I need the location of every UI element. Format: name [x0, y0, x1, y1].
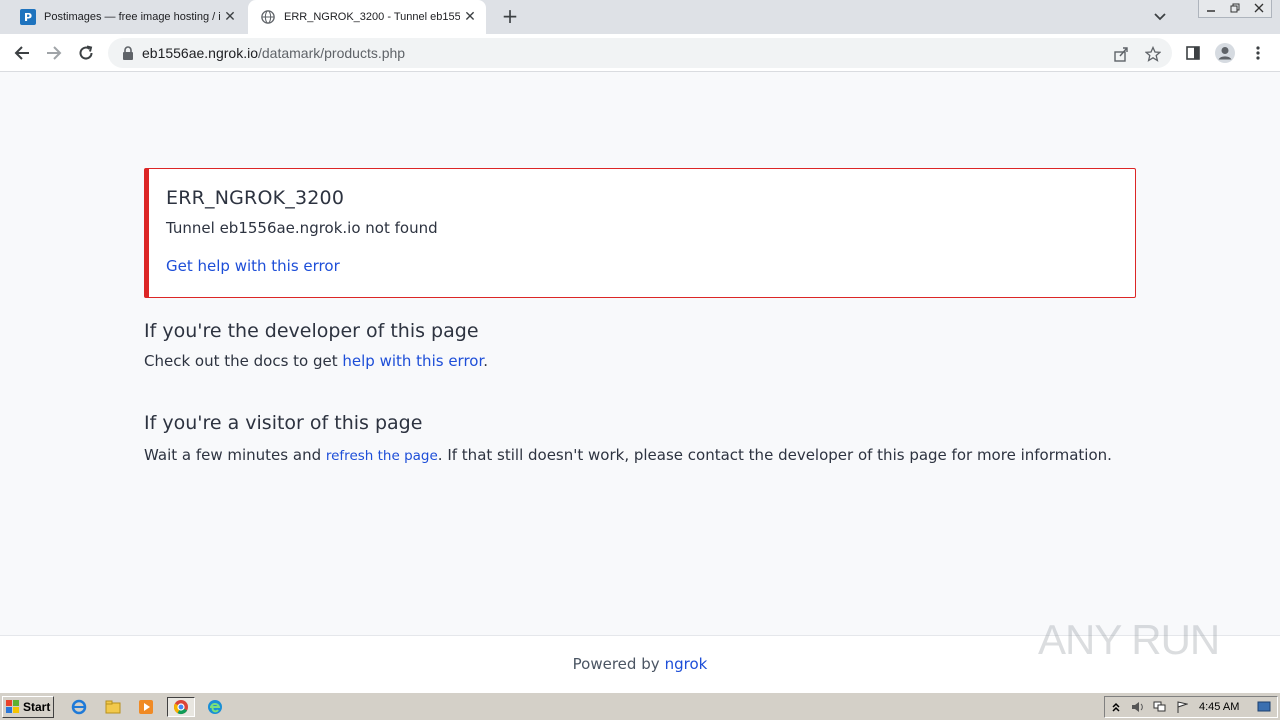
developer-text-after: .: [483, 352, 489, 370]
error-message: Tunnel eb1556ae.ngrok.io not found: [166, 219, 438, 237]
address-bar[interactable]: eb1556ae.ngrok.io/datamark/products.php: [108, 38, 1172, 68]
visitor-text-before: Wait a few minutes and: [144, 446, 326, 464]
docs-help-link[interactable]: help with this error: [342, 352, 483, 370]
folder-icon[interactable]: [102, 697, 124, 717]
flag-icon[interactable]: [1171, 698, 1193, 716]
tab-postimages[interactable]: P Postimages — free image hosting / imag…: [8, 0, 246, 34]
star-icon[interactable]: [1144, 45, 1162, 63]
powered-by-text: Powered by: [572, 655, 660, 673]
tab-strip: P Postimages — free image hosting / imag…: [0, 0, 1280, 34]
page-content: ERR_NGROK_3200 Tunnel eb1556ae.ngrok.io …: [0, 72, 1280, 635]
restore-icon[interactable]: [1223, 0, 1247, 16]
side-panel-icon[interactable]: [1181, 41, 1205, 65]
windows-logo-icon: [6, 700, 19, 713]
tab-close-icon[interactable]: ✕: [462, 9, 478, 25]
back-button[interactable]: [10, 41, 34, 65]
anyrun-watermark: ANY RUN: [1038, 610, 1238, 670]
url-host: eb1556ae.ngrok.io: [142, 45, 258, 61]
tab-ngrok-error[interactable]: ERR_NGROK_3200 - Tunnel eb1556ae.ngrok.i…: [248, 0, 486, 34]
tab-title: ERR_NGROK_3200 - Tunnel eb1556ae.ngrok.i…: [284, 11, 460, 23]
tab-close-icon[interactable]: ✕: [222, 9, 238, 25]
error-code: ERR_NGROK_3200: [166, 187, 345, 209]
taskbar: Start 4:45 AM: [0, 692, 1280, 720]
url-text: eb1556ae.ngrok.io/datamark/products.php: [142, 45, 405, 61]
reload-button[interactable]: [74, 41, 98, 65]
arrow-right-icon: [47, 46, 62, 60]
media-player-icon[interactable]: [135, 697, 157, 717]
browser-toolbar: eb1556ae.ngrok.io/datamark/products.php: [0, 34, 1280, 72]
ie-icon[interactable]: [68, 697, 90, 717]
profile-avatar-icon[interactable]: [1213, 41, 1237, 65]
ngrok-link[interactable]: ngrok: [665, 655, 708, 673]
start-label: Start: [23, 700, 51, 714]
visitor-section: If you're a visitor of this page Wait a …: [144, 412, 1112, 464]
forward-button[interactable]: [42, 41, 66, 65]
postimages-favicon-icon: P: [20, 9, 36, 25]
visitor-text-after: . If that still doesn't work, please con…: [437, 446, 1112, 464]
developer-text-before: Check out the docs to get: [144, 352, 343, 370]
close-window-icon[interactable]: [1247, 0, 1271, 16]
volume-icon[interactable]: [1127, 698, 1149, 716]
reload-icon: [79, 45, 93, 60]
visitor-heading: If you're a visitor of this page: [144, 412, 423, 434]
new-tab-button[interactable]: +: [498, 5, 522, 29]
error-box: ERR_NGROK_3200 Tunnel eb1556ae.ngrok.io …: [144, 168, 1136, 298]
start-button[interactable]: Start: [2, 696, 54, 718]
edge-icon[interactable]: [204, 697, 226, 717]
refresh-page-link[interactable]: refresh the page: [326, 448, 438, 464]
lock-icon[interactable]: [120, 45, 136, 61]
arrow-left-icon: [14, 46, 29, 60]
chevron-down-icon[interactable]: [1150, 8, 1170, 26]
network-icon[interactable]: [1149, 698, 1171, 716]
developer-text: Check out the docs to get help with this…: [144, 352, 488, 370]
show-desktop-icon[interactable]: [1253, 698, 1275, 716]
tray-expand-icon[interactable]: [1105, 698, 1127, 716]
globe-icon: [260, 9, 276, 25]
system-tray: 4:45 AM: [1104, 696, 1278, 718]
minimize-icon[interactable]: [1199, 0, 1223, 16]
window-controls: [1198, 0, 1272, 18]
tab-title: Postimages — free image hosting / image …: [44, 11, 220, 23]
developer-heading: If you're the developer of this page: [144, 320, 479, 342]
menu-dots-icon[interactable]: [1246, 41, 1270, 65]
visitor-text: Wait a few minutes and refresh the page.…: [144, 446, 1112, 464]
developer-section: If you're the developer of this page Che…: [144, 320, 488, 370]
clock: 4:45 AM: [1199, 701, 1240, 713]
chrome-icon[interactable]: [167, 697, 195, 717]
watermark-text: ANY RUN: [1038, 616, 1220, 663]
share-icon[interactable]: [1112, 45, 1130, 63]
url-path: /datamark/products.php: [258, 45, 406, 61]
get-help-link[interactable]: Get help with this error: [166, 257, 340, 275]
